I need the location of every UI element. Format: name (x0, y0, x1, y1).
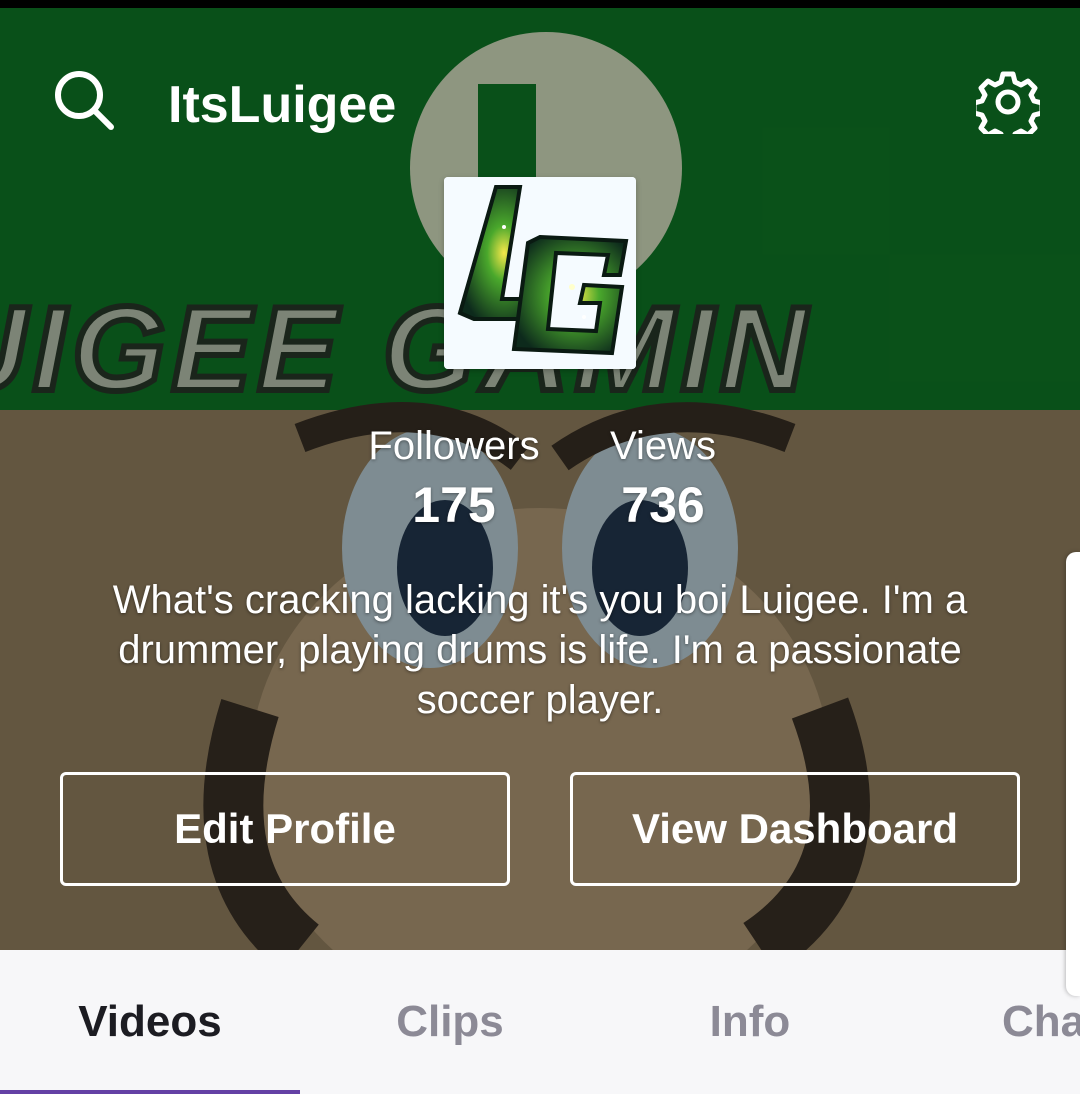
views-count: 736 (621, 477, 705, 533)
views-label: Views (610, 424, 716, 468)
channel-tabs: Videos Clips Info Cha (0, 950, 1080, 1094)
search-icon (55, 71, 114, 130)
status-bar-strip (0, 0, 1080, 8)
followers-label: Followers (368, 424, 540, 468)
edit-profile-button[interactable]: Edit Profile (60, 772, 510, 886)
tab-info[interactable]: Info (600, 950, 900, 1094)
followers-stat[interactable]: Followers 175 (344, 420, 564, 538)
channel-name-title: ItsLuigee (168, 76, 397, 134)
channel-logo (444, 177, 636, 369)
edge-panel-handle[interactable] (1066, 552, 1080, 996)
settings-button[interactable] (968, 62, 1048, 142)
search-button[interactable] (44, 60, 124, 140)
views-stat: Views 736 (553, 420, 773, 538)
active-tab-indicator (0, 1090, 300, 1094)
channel-bio: What's cracking lacking it's you boi Lui… (112, 578, 968, 722)
followers-count: 175 (412, 477, 496, 533)
gear-icon (976, 71, 1040, 134)
tab-clips[interactable]: Clips (300, 950, 600, 1094)
channel-avatar[interactable] (444, 177, 636, 369)
top-bar: ItsLuigee (0, 8, 1080, 188)
tab-videos[interactable]: Videos (0, 950, 300, 1094)
view-dashboard-button[interactable]: View Dashboard (570, 772, 1020, 886)
